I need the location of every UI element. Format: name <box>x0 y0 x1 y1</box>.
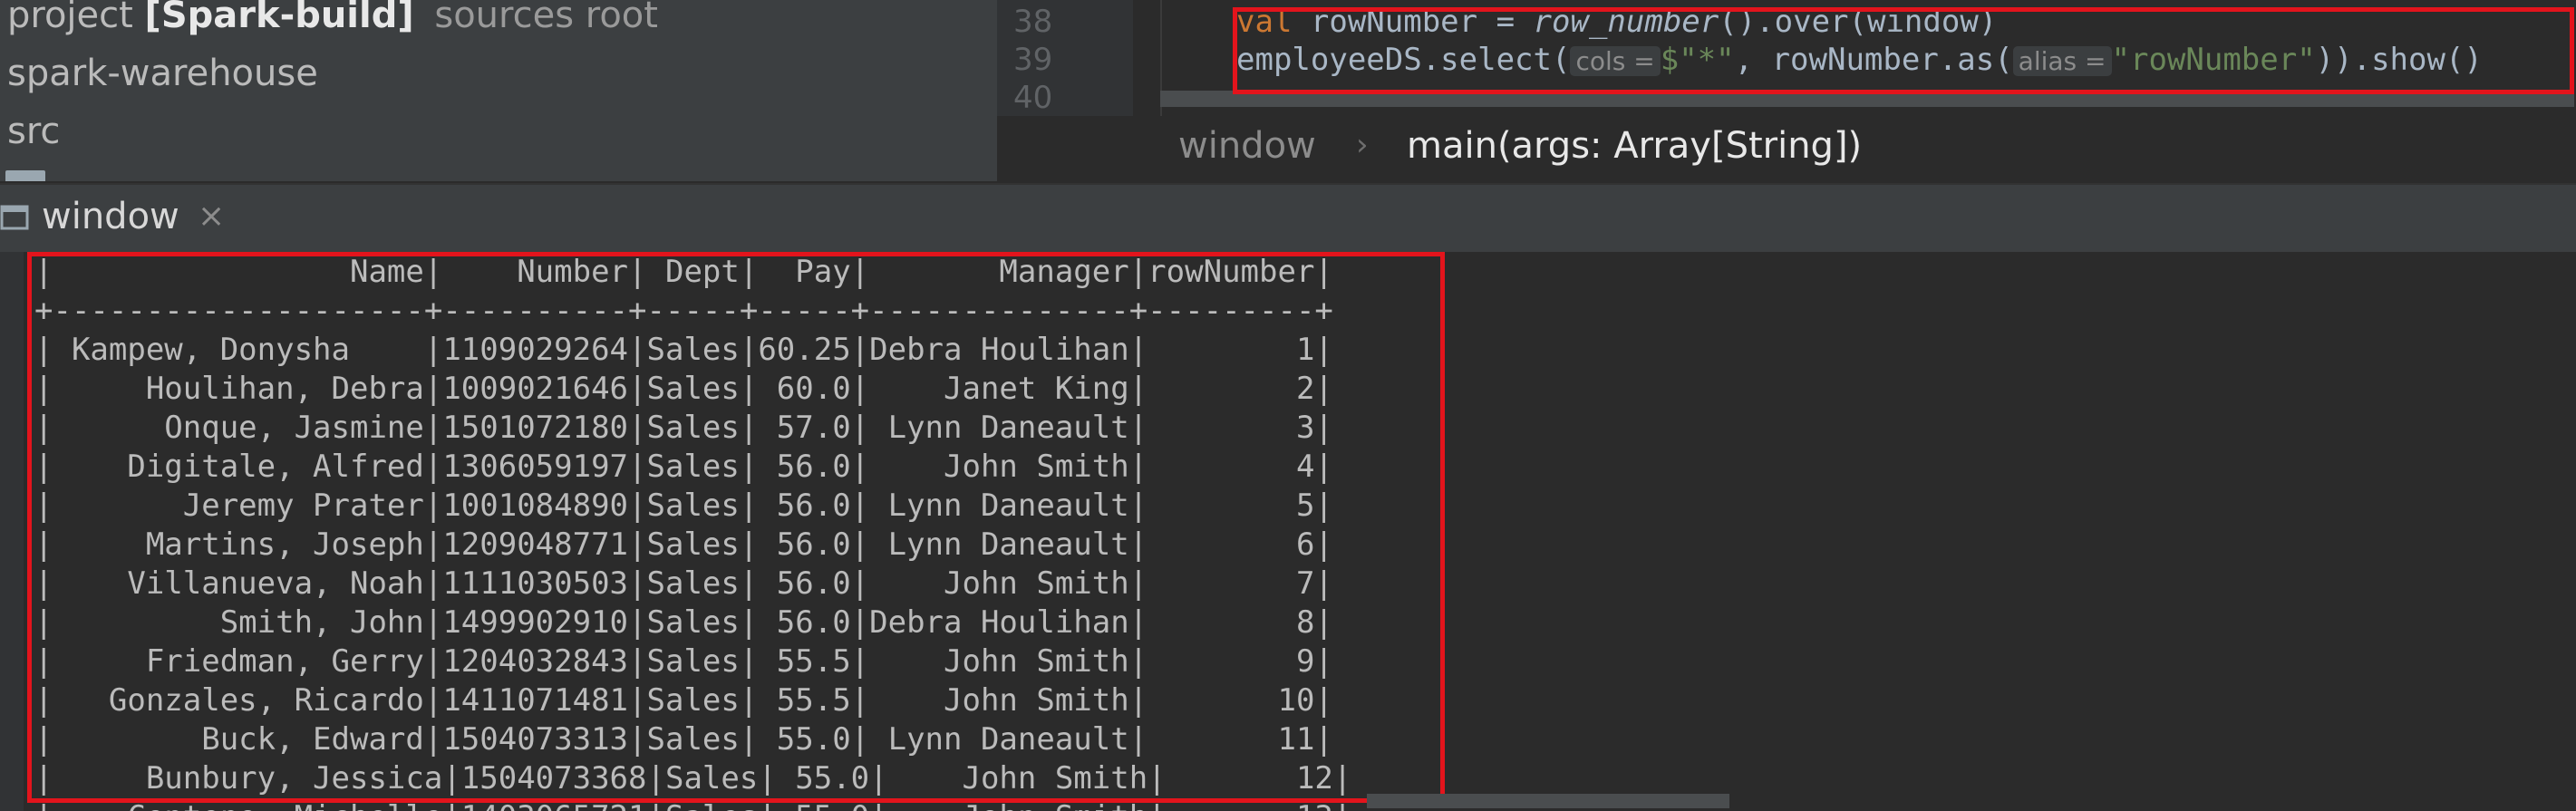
console-output[interactable]: | Name| Number| Dept| Pay| Manager|rowNu… <box>0 252 2576 811</box>
output-highlight-box <box>27 252 1445 803</box>
tree-item-spark-warehouse[interactable]: spark-warehouse <box>7 53 318 94</box>
console-horizontal-scrollbar[interactable] <box>1367 794 1729 808</box>
breadcrumb-item-window[interactable]: window <box>1178 125 1316 167</box>
close-icon[interactable]: × <box>198 198 225 235</box>
breadcrumb-item-main[interactable]: main(args: Array[String]) <box>1407 125 1862 167</box>
console-icon <box>0 205 29 230</box>
console-gutter <box>0 252 24 811</box>
chevron-right-icon: › <box>1356 127 1369 163</box>
run-tab-window[interactable]: window <box>42 196 179 237</box>
code-editor[interactable]: 38 39 40 val rowNumber = row_number().ov… <box>997 0 2576 116</box>
project-name: [Spark-build] <box>144 0 414 36</box>
code-highlight-box <box>1233 7 2574 94</box>
sources-root-hint: sources root <box>434 0 658 36</box>
project-label: project <box>7 0 133 36</box>
tree-item-src[interactable]: src <box>7 111 60 152</box>
project-tree-panel: project [Spark-build] sources root spark… <box>0 0 997 181</box>
line-number: 40 <box>1013 80 1053 116</box>
tree-item-project[interactable]: project [Spark-build] sources root <box>7 0 658 36</box>
line-number: 39 <box>1013 42 1053 78</box>
folder-icon <box>5 170 45 181</box>
line-number: 38 <box>1013 4 1053 40</box>
breadcrumb: window › main(args: Array[String]) <box>997 116 2576 183</box>
line-number-gutter: 38 39 40 <box>997 0 1133 116</box>
run-tab-bar: window × <box>0 183 2576 254</box>
